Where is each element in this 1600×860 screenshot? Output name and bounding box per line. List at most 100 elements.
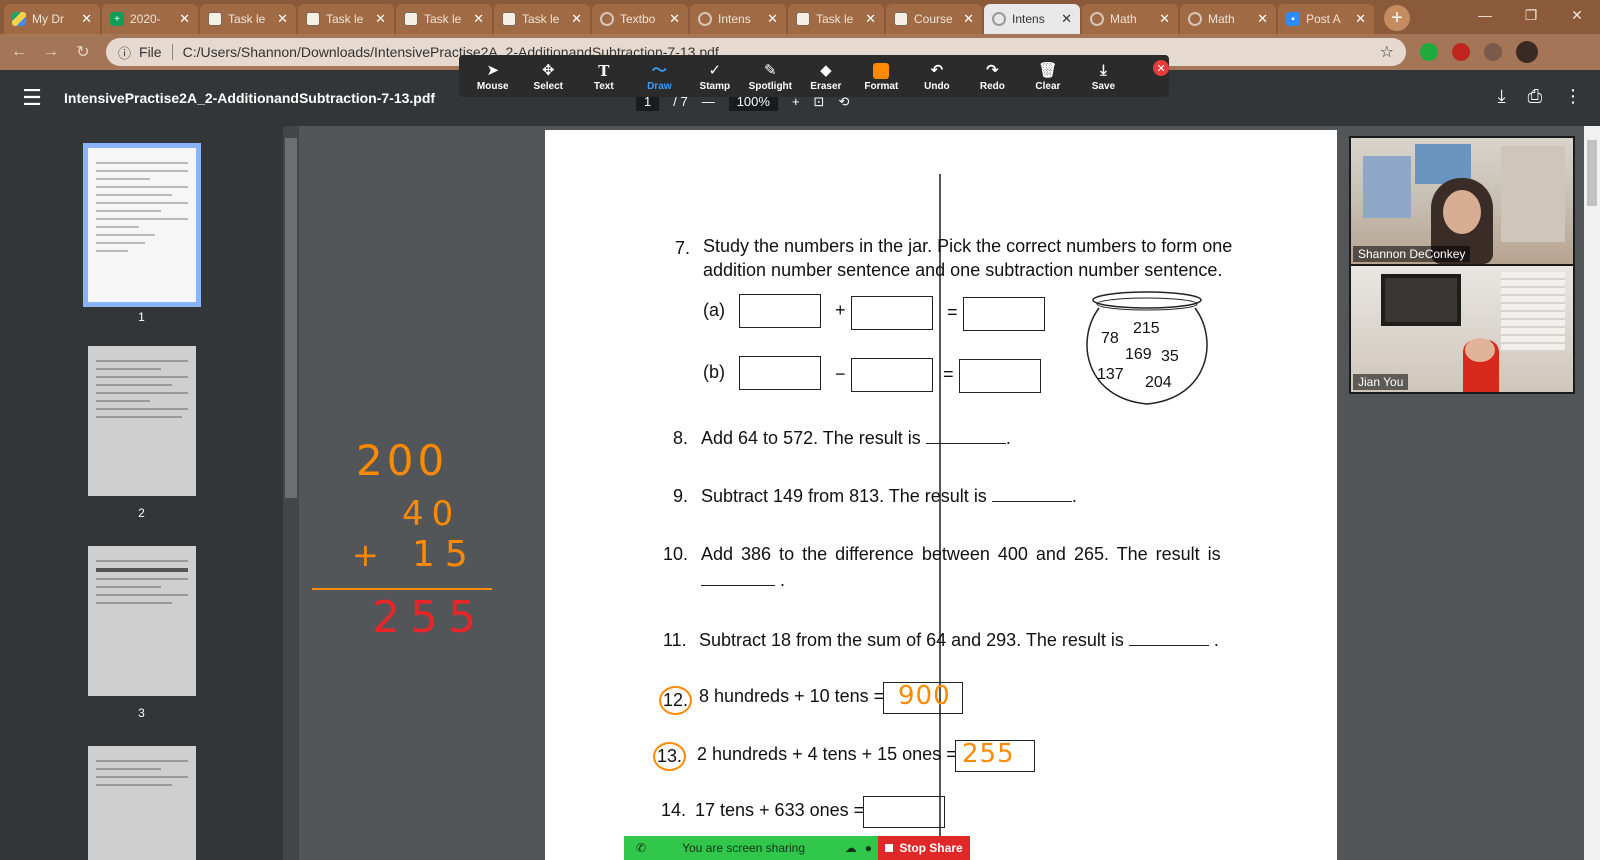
close-icon[interactable]: ✕: [81, 11, 92, 27]
minimize-icon[interactable]: —: [1462, 0, 1508, 30]
extension-icon[interactable]: [1484, 43, 1502, 61]
answer-box[interactable]: [851, 296, 933, 330]
close-annotation-icon[interactable]: ✕: [1153, 60, 1170, 76]
question-number: 10.: [663, 544, 689, 564]
thumbnail-page-2[interactable]: [88, 346, 196, 496]
profile-avatar[interactable]: [1516, 41, 1538, 63]
answer-box[interactable]: [739, 294, 821, 328]
browser-tab[interactable]: ▪ Post A ✕: [1278, 4, 1374, 34]
stamp-tool[interactable]: ✓ Stamp: [687, 61, 743, 92]
answer-blank[interactable]: [991, 488, 1072, 502]
clear-tool[interactable]: 🗑 Clear: [1020, 61, 1076, 92]
close-icon[interactable]: ✕: [473, 11, 484, 27]
forward-icon[interactable]: →: [38, 39, 64, 65]
print-icon[interactable]: ⎙: [1528, 86, 1542, 107]
thumbnail-label: 3: [138, 706, 145, 720]
browser-tab[interactable]: Math ✕: [1180, 4, 1276, 34]
browser-tab[interactable]: Task le ✕: [494, 4, 590, 34]
answer-blank[interactable]: [701, 572, 775, 586]
answer-box[interactable]: 255: [955, 739, 1035, 772]
browser-tab[interactable]: Task le ✕: [396, 4, 492, 34]
thumbnail-page-4[interactable]: [88, 746, 196, 860]
info-icon[interactable]: ⓘ: [118, 43, 131, 62]
screen-share-bar: ✆ You are screen sharing ☁ ● Stop Share: [624, 836, 970, 860]
answer-blank[interactable]: [925, 430, 1006, 444]
close-icon[interactable]: ✕: [277, 11, 288, 27]
format-tool[interactable]: Format: [854, 61, 910, 92]
question-10-answer: .: [701, 570, 785, 591]
close-icon[interactable]: ✕: [1355, 11, 1366, 27]
question-number: 14.: [661, 800, 687, 820]
question-9: Subtract 149 from 813. The result is .: [701, 486, 1077, 506]
ublock-icon[interactable]: [1452, 43, 1470, 61]
more-icon[interactable]: ⋮: [1564, 86, 1582, 107]
redo-tool[interactable]: ↷ Redo: [965, 61, 1021, 92]
draw-tool[interactable]: 〜 Draw: [632, 61, 688, 92]
scroll-thumb[interactable]: [285, 138, 297, 498]
browser-tab[interactable]: Textbo ✕: [592, 4, 688, 34]
reload-icon[interactable]: ↻: [70, 39, 96, 65]
question-number-circled: 12.: [659, 686, 693, 715]
browser-tab[interactable]: Task le ✕: [200, 4, 296, 34]
undo-tool[interactable]: ↶ Undo: [909, 61, 965, 92]
close-icon[interactable]: ✕: [179, 11, 190, 27]
window-close-icon[interactable]: ✕: [1554, 0, 1600, 30]
menu-icon[interactable]: ☰: [0, 70, 64, 126]
bookmark-star-icon[interactable]: ☆: [1380, 42, 1394, 62]
close-icon[interactable]: ✕: [963, 11, 974, 27]
close-icon[interactable]: ✕: [865, 11, 876, 27]
answer-box[interactable]: [863, 796, 945, 828]
close-icon[interactable]: ✕: [767, 11, 778, 27]
close-icon[interactable]: ✕: [1159, 11, 1170, 27]
browser-tab[interactable]: Math ✕: [1082, 4, 1178, 34]
answer-box[interactable]: [851, 358, 933, 392]
face: [1443, 190, 1481, 234]
stop-share-button[interactable]: Stop Share: [878, 836, 970, 860]
question-number-circled: 13.: [653, 742, 687, 771]
task-icon: [502, 12, 516, 26]
handwriting-addend-2: 40: [402, 494, 462, 534]
thumbnail-page-1[interactable]: [83, 143, 201, 307]
browser-tab-active[interactable]: Intens ✕: [984, 4, 1080, 34]
answer-blank[interactable]: [1128, 632, 1209, 646]
answer-box[interactable]: [963, 297, 1045, 331]
new-tab-button[interactable]: +: [1384, 5, 1410, 31]
question-number: 9.: [673, 486, 689, 506]
browser-tab[interactable]: My Dr ✕: [4, 4, 100, 34]
globe-icon: [992, 12, 1006, 26]
share-status[interactable]: ✆ You are screen sharing ☁ ●: [624, 836, 878, 860]
globe-icon: [698, 12, 712, 26]
thumbnail-page-3[interactable]: [88, 546, 196, 696]
text-tool[interactable]: T Text: [576, 61, 632, 92]
answer-box[interactable]: 900: [883, 681, 963, 714]
mouse-tool[interactable]: ➤ Mouse: [465, 61, 521, 92]
answer-box[interactable]: [959, 359, 1041, 393]
save-tool[interactable]: ⤓ Save: [1076, 61, 1132, 92]
video-tile[interactable]: Jian You: [1351, 266, 1573, 392]
jar-number: 35: [1161, 348, 1179, 365]
close-icon[interactable]: ✕: [571, 11, 582, 27]
restore-icon[interactable]: ❐: [1508, 0, 1554, 30]
answer-box[interactable]: [739, 356, 821, 390]
thumbnail-scrollbar[interactable]: [283, 126, 299, 860]
page-scrollbar[interactable]: [1584, 126, 1600, 860]
browser-tab[interactable]: Task le ✕: [298, 4, 394, 34]
browser-tab[interactable]: Course ✕: [886, 4, 982, 34]
select-tool[interactable]: ✥ Select: [521, 61, 577, 92]
video-tile[interactable]: Shannon DeConkey: [1351, 138, 1573, 264]
browser-tab[interactable]: +2020- ✕: [102, 4, 198, 34]
close-icon[interactable]: ✕: [669, 11, 680, 27]
scroll-thumb[interactable]: [1587, 140, 1597, 206]
close-icon[interactable]: ✕: [1257, 11, 1268, 27]
browser-tab[interactable]: Task le ✕: [788, 4, 884, 34]
back-icon[interactable]: ←: [6, 39, 32, 65]
browser-tab[interactable]: Intens ✕: [690, 4, 786, 34]
globe-icon: [1188, 12, 1202, 26]
spotlight-tool[interactable]: ✎ Spotlight: [743, 61, 799, 92]
plus-sign: +: [835, 300, 846, 320]
close-icon[interactable]: ✕: [1061, 11, 1072, 27]
extension-icon[interactable]: [1420, 43, 1438, 61]
download-icon[interactable]: ⤓: [1498, 86, 1506, 107]
close-icon[interactable]: ✕: [375, 11, 386, 27]
eraser-tool[interactable]: ◆ Eraser: [798, 61, 854, 92]
